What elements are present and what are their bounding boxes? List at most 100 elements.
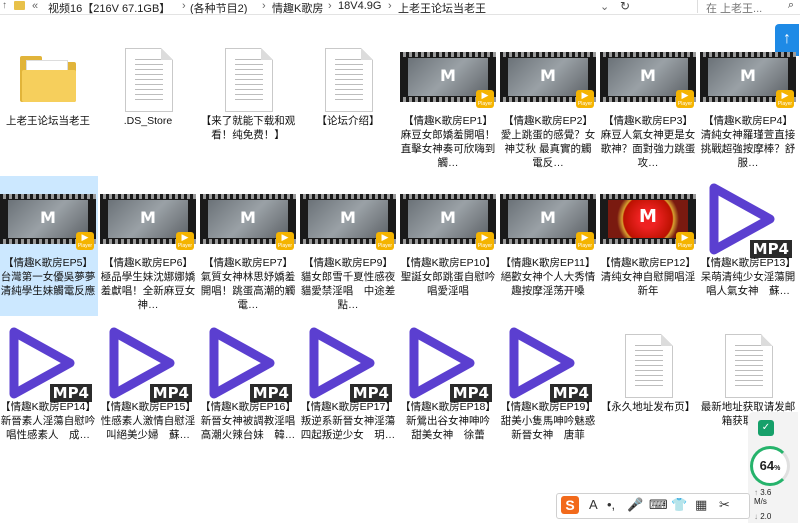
file-item[interactable]: MP4 【情趣K歌房EP18】新鶯出谷女神呻吟 甜美女神 徐蕾 [398,320,498,460]
player-badge-icon: ▶ Player [76,232,94,250]
file-item[interactable]: .DS_Store [98,34,198,174]
video-thumbnail-icon: M ▶ Player [398,36,498,116]
skin-icon[interactable]: 👕 [671,497,687,513]
breadcrumb-item[interactable]: 视频16【216V 67.1GB】 [48,0,170,14]
gauge-unit: % [774,465,781,472]
video-thumbnail-icon: M ▶ Player [698,36,798,116]
player-badge-icon: ▶ Player [376,232,394,250]
file-name-label: 上老王论坛当老王 [6,115,90,127]
file-name-label: 【情趣K歌房EP18】新鶯出谷女神呻吟 甜美女神 徐蕾 [400,401,496,441]
file-name-label: 【情趣K歌房EP6】極品學生妹沈娜娜嬌羞獻唱！全新麻豆女神… [100,257,196,311]
file-item[interactable]: M ▶ Player 【情趣K歌房EP10】聖誕女郎跳蛋自慰吟唱愛淫唱 [398,176,498,316]
mp4-file-icon: MP4 [198,322,298,402]
file-name-label: 【情趣K歌房EP1】麻豆女郎嬌羞開唱！直擊女神奏可欣嗨到觸… [400,115,496,169]
file-item[interactable]: M ▶ Player 【情趣K歌房EP3】麻豆人氣女神更是女歌神？面對強力跳蛋攻… [598,34,698,174]
mp4-file-icon: MP4 [698,178,798,258]
file-name-label: 【情趣K歌房EP2】愛上跳蛋的感覺？女神艾秋 最真實的觸電反… [500,115,596,169]
player-badge-icon: ▶ Player [676,232,694,250]
breadcrumb-item[interactable]: 上老王论坛当老王 [398,0,486,14]
sogou-logo-icon[interactable]: S [561,496,579,514]
search-input[interactable]: 在 上老王... ⌕ [697,0,800,15]
file-item[interactable]: M ▶ Player 【情趣K歌房EP11】絕歡女神个人大秀情趣按摩淫荡开嗓 [498,176,598,316]
file-item[interactable]: MP4 【情趣K歌房EP16】新晉女神被調教淫唱高潮火辣台妹 韓… [198,320,298,460]
file-name-label: 【情趣K歌房EP15】性感素人激情自慰淫叫絕美少婦 蘇… [100,401,196,441]
mp4-file-icon: MP4 [298,322,398,402]
file-item[interactable]: MP4 【情趣K歌房EP19】甜美小隻馬呻吟魅惑 新晉女神 唐菲 [498,320,598,460]
film-letter: M [639,206,657,227]
file-item[interactable]: 上老王论坛当老王 [0,34,98,174]
file-name-label: 【情趣K歌房EP7】氣質女神林思妤嬌羞開唱！跳蛋高潮的觸電… [200,257,296,311]
keyboard-icon[interactable]: ⌨ [649,497,668,513]
speed-gauge: 64% [750,446,790,486]
file-item[interactable]: M ▶ Player 【情趣K歌房EP7】氣質女神林思妤嬌羞開唱！跳蛋高潮的觸電… [198,176,298,316]
film-letter: M [640,66,656,85]
file-item[interactable]: 【论坛介绍】 [298,34,398,174]
video-thumbnail-icon: M ▶ Player [498,36,598,116]
folder-icon [14,1,25,10]
file-item[interactable]: M ▶ Player 【情趣K歌房EP9】貓女郎雪千夏性感夜貓愛禁淫唱 中途差點… [298,176,398,316]
file-name-label: 【情趣K歌房EP16】新晉女神被調教淫唱高潮火辣台妹 韓… [200,401,296,441]
file-name-label: 【情趣K歌房EP10】聖誕女郎跳蛋自慰吟唱愛淫唱 [400,257,496,297]
folder-icon [0,36,98,116]
ime-lang-button[interactable]: A [589,497,598,512]
breadcrumb-separator-icon: › [182,0,186,12]
chevron-left-icon[interactable]: « [32,0,38,12]
film-letter: M [540,208,556,227]
file-name-label: 【情趣K歌房EP19】甜美小隻馬呻吟魅惑 新晉女神 唐菲 [500,401,596,441]
document-icon [298,36,398,116]
file-item[interactable]: MP4 【情趣K歌房EP17】叛逆系新晉女神淫蕩四起叛逆少女 玥… [298,320,398,460]
document-icon [198,36,298,116]
film-letter: M [540,66,556,85]
video-thumbnail-icon: M ▶ Player [198,178,298,258]
video-thumbnail-icon: M ▶ Player [98,178,198,258]
file-name-label: 【论坛介绍】 [316,115,380,127]
player-badge-icon: ▶ Player [576,232,594,250]
file-item[interactable]: M ▶ Player 【情趣K歌房EP2】愛上跳蛋的感覺？女神艾秋 最真實的觸電反… [498,34,598,174]
refresh-icon[interactable]: ↻ [620,0,630,13]
file-name-label: 【情趣K歌房EP13】呆萌清纯少女淫蕩開唱人氣女神 蘇… [700,257,796,297]
file-item[interactable]: 【永久地址发布页】 [598,320,698,460]
breadcrumb-item[interactable]: (各种节目2) [190,0,247,14]
file-item[interactable]: 【来了就能下载和观看！纯免费！】 [198,34,298,174]
file-item[interactable]: M ▶ Player 【情趣K歌房EP5】台灣第一女優吳夢夢 清純學生妹觸電反應 [0,176,98,316]
toolbox-icon[interactable]: ▦ [695,497,707,513]
file-name-label: 【情趣K歌房EP11】絕歡女神个人大秀情趣按摩淫荡开嗓 [500,257,596,297]
file-item[interactable]: M ▶ Player 【情趣K歌房EP1】麻豆女郎嬌羞開唱！直擊女神奏可欣嗨到觸… [398,34,498,174]
file-name-label: 【情趣K歌房EP9】貓女郎雪千夏性感夜貓愛禁淫唱 中途差點… [300,257,396,311]
gauge-percent: 64 [759,458,775,473]
breadcrumb-item[interactable]: 情趣K歌房 [272,0,323,14]
film-letter: M [740,66,756,85]
file-item[interactable]: MP4 【情趣K歌房EP15】性感素人激情自慰淫叫絕美少婦 蘇… [98,320,198,460]
breadcrumb-separator-icon: › [328,0,332,12]
scissors-icon[interactable]: ✂ [719,497,730,513]
file-item[interactable]: MP4 【情趣K歌房EP13】呆萌清纯少女淫蕩開唱人氣女神 蘇… [698,176,798,316]
up-arrow-icon[interactable]: ↑ [2,0,7,11]
network-speed-widget[interactable]: ✓ 64% ↑ 3.6 M/s ↓ 2.0 [748,412,798,523]
ime-toolbar[interactable]: S A •, 🎤 ⌨ 👕 ▦ ✂ [556,493,750,519]
upload-speed: ↑ 3.6 [754,488,772,497]
mp4-file-icon: MP4 [98,322,198,402]
file-name-label: 【来了就能下载和观看！纯免费！】 [200,115,296,141]
file-item[interactable]: M ▶ Player 【情趣K歌房EP12】清纯女神自慰開唱淫新年 [598,176,698,316]
player-badge-icon: ▶ Player [476,232,494,250]
breadcrumb-item[interactable]: 18V4.9G [338,0,381,12]
file-item[interactable]: M ▶ Player 【情趣K歌房EP6】極品學生妹沈娜娜嬌羞獻唱！全新麻豆女神… [98,176,198,316]
player-badge-icon: ▶ Player [676,90,694,108]
film-letter: M [340,208,356,227]
mp4-file-icon: MP4 [498,322,598,402]
video-thumbnail-icon: M ▶ Player [498,178,598,258]
file-item[interactable]: M ▶ Player 【情趣K歌房EP4】清純女神羅瑾萱直接挑戰超強按摩棒？舒服… [698,34,798,174]
file-name-label: 【情趣K歌房EP17】叛逆系新晉女神淫蕩四起叛逆少女 玥… [300,401,396,441]
search-icon[interactable]: ⌕ [788,0,794,12]
film-letter: M [240,208,256,227]
ime-punct-button[interactable]: •, [607,497,615,512]
breadcrumb-separator-icon: › [388,0,392,12]
microphone-icon[interactable]: 🎤 [627,497,643,513]
file-item[interactable]: MP4 【情趣K歌房EP14】新晉素人淫蕩自慰吟唱性感素人 成… [0,320,98,460]
player-badge-icon: ▶ Player [276,232,294,250]
chevron-down-icon[interactable]: ⌄ [600,0,609,13]
search-placeholder: 在 上老王... [706,3,763,15]
video-thumbnail-icon: M ▶ Player [298,178,398,258]
address-bar[interactable]: ↑ « 视频16【216V 67.1GB】 › (各种节目2) › 情趣K歌房 … [0,0,800,15]
document-icon [698,322,798,402]
